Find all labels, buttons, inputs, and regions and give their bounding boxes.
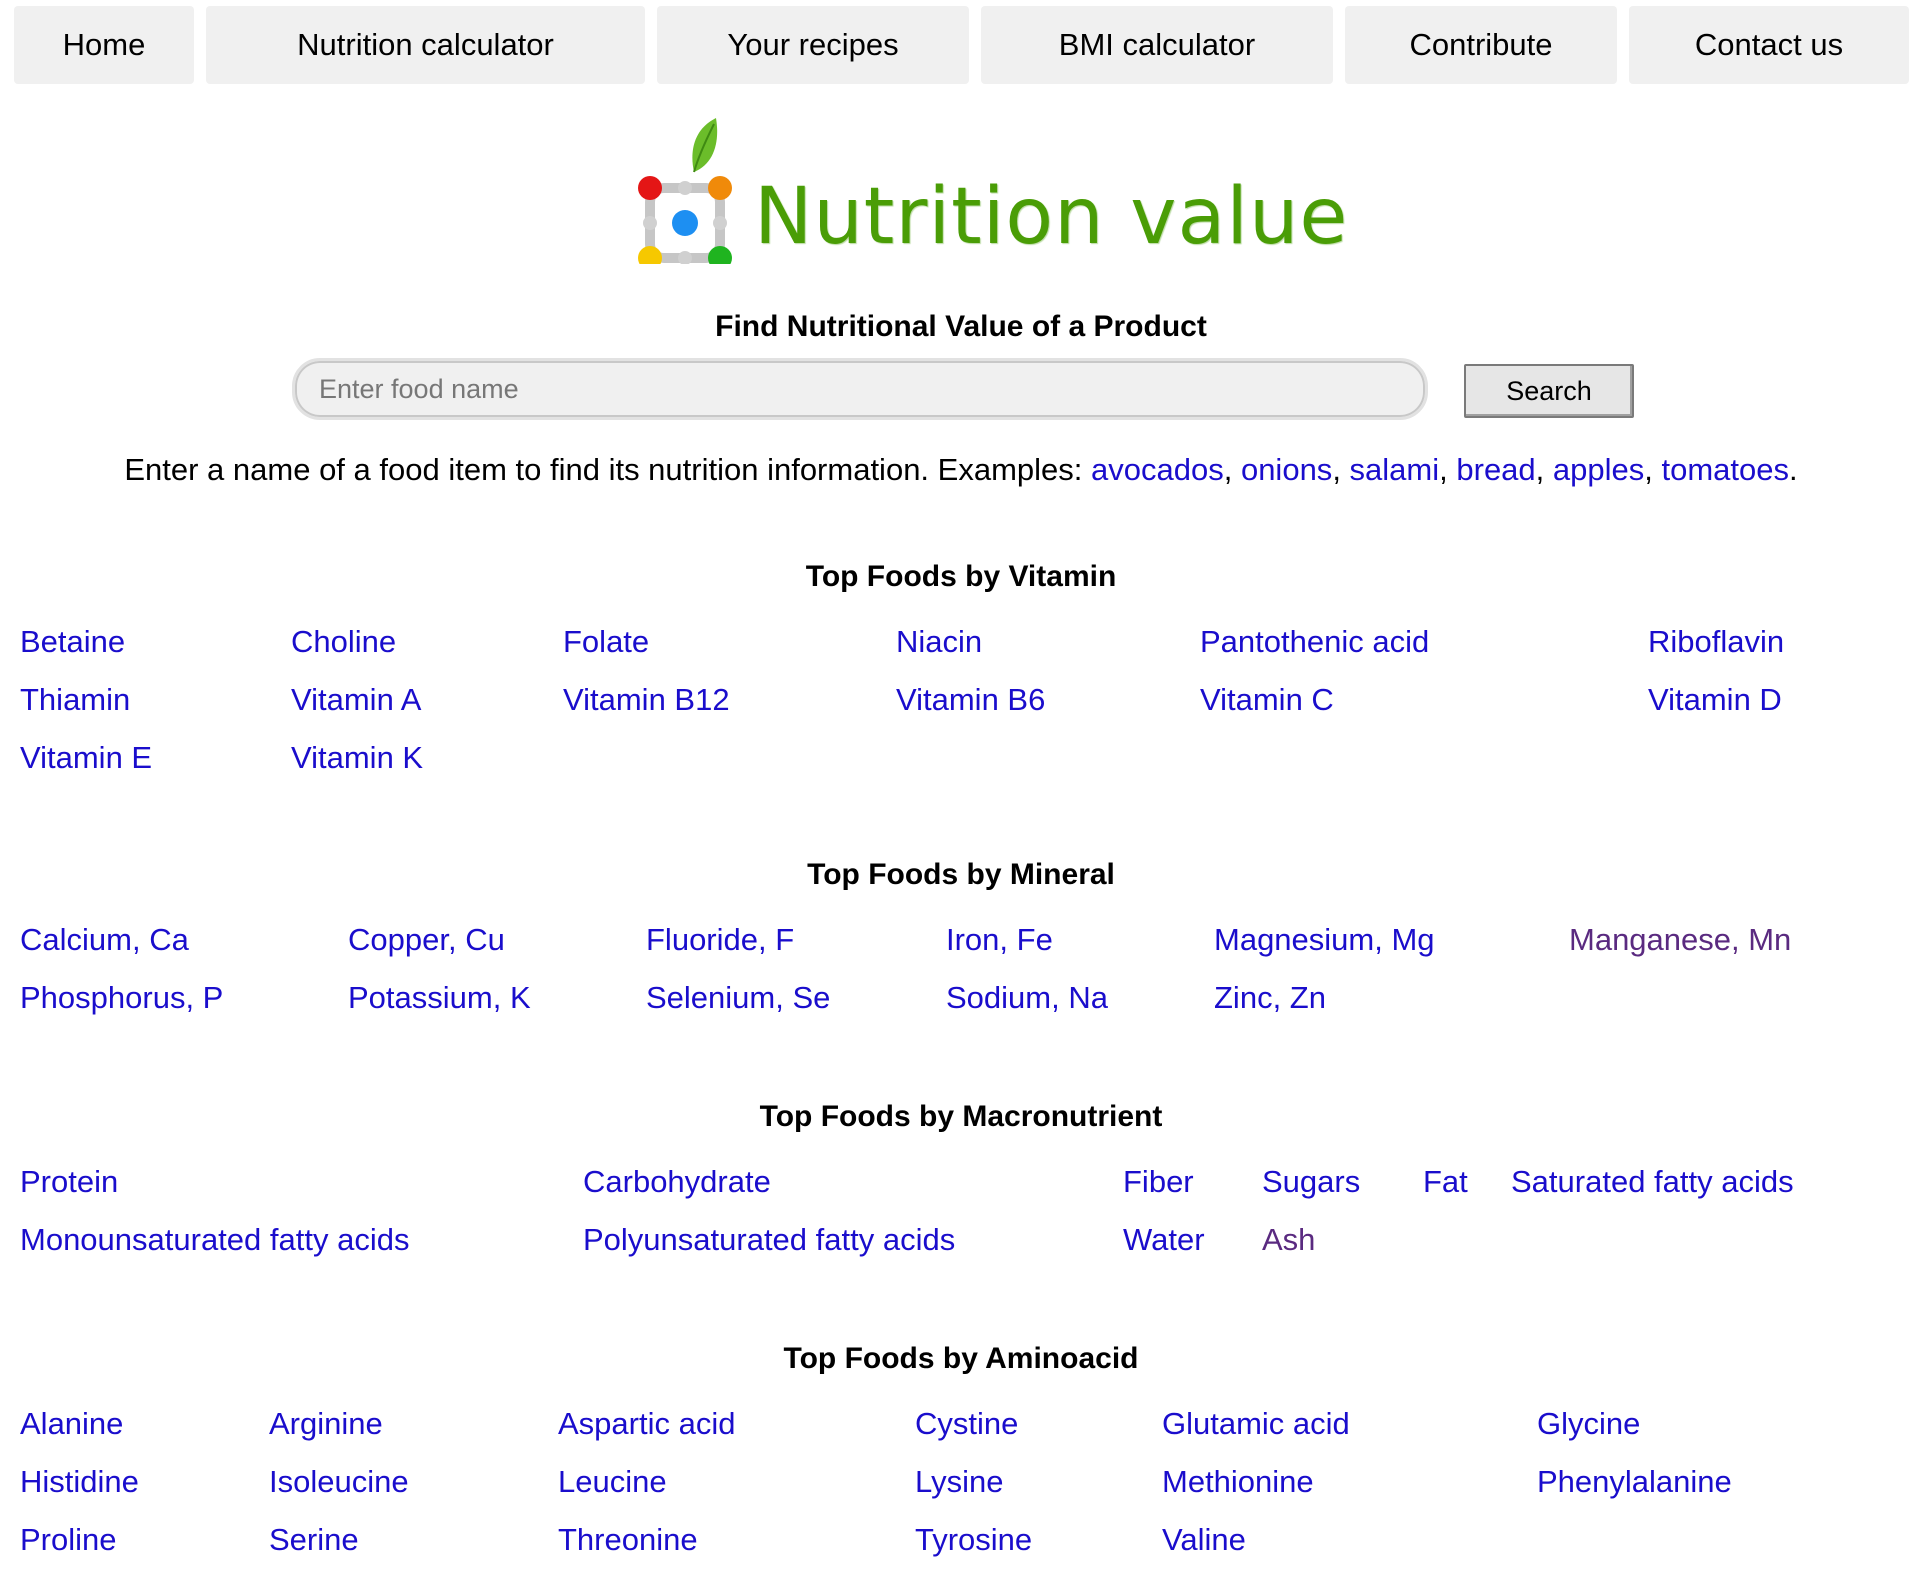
macronutrient-link[interactable]: Fiber <box>1123 1164 1194 1200</box>
aminoacid-link[interactable]: Histidine <box>20 1464 139 1500</box>
aminoacid-link[interactable]: Aspartic acid <box>558 1406 735 1442</box>
example-link-onions[interactable]: onions <box>1241 452 1332 487</box>
vitamin-section-title: Top Foods by Vitamin <box>805 560 1117 593</box>
macronutrient-link[interactable]: Polyunsaturated fatty acids <box>583 1222 955 1258</box>
nav-contribute[interactable]: Contribute <box>1345 6 1617 84</box>
vitamin-link[interactable]: Vitamin B12 <box>563 682 730 718</box>
vitamin-link[interactable]: Vitamin E <box>20 740 152 776</box>
search-button[interactable]: Search <box>1464 364 1634 418</box>
mineral-link[interactable]: Copper, Cu <box>348 922 505 958</box>
mineral-link[interactable]: Iron, Fe <box>946 922 1053 958</box>
mineral-link[interactable]: Fluoride, F <box>646 922 794 958</box>
logo-icon <box>638 118 732 264</box>
mineral-link[interactable]: Potassium, K <box>348 980 531 1016</box>
example-link-bread[interactable]: bread <box>1456 452 1535 487</box>
vitamin-link[interactable]: Vitamin D <box>1648 682 1782 718</box>
aminoacid-link[interactable]: Glutamic acid <box>1162 1406 1350 1442</box>
aminoacid-link[interactable]: Tyrosine <box>915 1522 1032 1558</box>
vitamin-link[interactable]: Folate <box>563 624 649 660</box>
nav-bmi-calculator[interactable]: BMI calculator <box>981 6 1333 84</box>
nav-nutrition-calculator[interactable]: Nutrition calculator <box>206 6 645 84</box>
example-link-avocados[interactable]: avocados <box>1091 452 1224 487</box>
vitamin-link[interactable]: Choline <box>291 624 396 660</box>
vitamin-link[interactable]: Niacin <box>896 624 982 660</box>
macronutrient-link[interactable]: Protein <box>20 1164 118 1200</box>
aminoacid-link[interactable]: Cystine <box>915 1406 1018 1442</box>
aminoacid-link[interactable]: Phenylalanine <box>1537 1464 1732 1500</box>
vitamin-link[interactable]: Vitamin A <box>291 682 421 718</box>
vitamin-link[interactable]: Riboflavin <box>1648 624 1784 660</box>
macronutrient-link[interactable]: Saturated fatty acids <box>1511 1164 1794 1200</box>
search-heading: Find Nutritional Value of a Product <box>715 310 1207 343</box>
aminoacid-link[interactable]: Alanine <box>20 1406 123 1442</box>
top-navigation: Home Nutrition calculator Your recipes B… <box>0 6 1922 84</box>
macronutrient-link[interactable]: Fat <box>1423 1164 1468 1200</box>
mineral-link[interactable]: Zinc, Zn <box>1214 980 1326 1016</box>
aminoacid-link[interactable]: Proline <box>20 1522 117 1558</box>
aminoacid-link[interactable]: Threonine <box>558 1522 698 1558</box>
mineral-link[interactable]: Magnesium, Mg <box>1214 922 1435 958</box>
aminoacid-section-title: Top Foods by Aminoacid <box>783 1342 1139 1375</box>
example-link-salami[interactable]: salami <box>1350 452 1440 487</box>
aminoacid-link[interactable]: Lysine <box>915 1464 1003 1500</box>
nav-home[interactable]: Home <box>14 6 194 84</box>
macronutrient-link[interactable]: Monounsaturated fatty acids <box>20 1222 409 1258</box>
vitamin-link[interactable]: Thiamin <box>20 682 130 718</box>
mineral-link[interactable]: Manganese, Mn <box>1569 922 1791 958</box>
logo-text: Nutrition value <box>754 172 1349 262</box>
vitamin-link[interactable]: Vitamin K <box>291 740 423 776</box>
nav-contact-us[interactable]: Contact us <box>1629 6 1909 84</box>
aminoacid-link[interactable]: Isoleucine <box>269 1464 409 1500</box>
vitamin-link[interactable]: Vitamin C <box>1200 682 1334 718</box>
aminoacid-link[interactable]: Arginine <box>269 1406 383 1442</box>
examples-intro: Enter a name of a food item to find its … <box>124 452 1091 487</box>
aminoacid-link[interactable]: Glycine <box>1537 1406 1640 1442</box>
aminoacid-link[interactable]: Serine <box>269 1522 359 1558</box>
macronutrient-link[interactable]: Water <box>1123 1222 1205 1258</box>
aminoacid-link[interactable]: Leucine <box>558 1464 667 1500</box>
mineral-link[interactable]: Sodium, Na <box>946 980 1108 1016</box>
site-logo[interactable]: Nutrition value <box>632 114 1347 264</box>
vitamin-link[interactable]: Vitamin B6 <box>896 682 1045 718</box>
vitamin-link[interactable]: Betaine <box>20 624 125 660</box>
mineral-link[interactable]: Calcium, Ca <box>20 922 189 958</box>
mineral-link[interactable]: Selenium, Se <box>646 980 830 1016</box>
example-link-apples[interactable]: apples <box>1553 452 1644 487</box>
mineral-section-title: Top Foods by Mineral <box>807 858 1115 891</box>
search-input[interactable] <box>292 358 1428 420</box>
example-link-tomatoes[interactable]: tomatoes <box>1662 452 1790 487</box>
vitamin-link[interactable]: Pantothenic acid <box>1200 624 1429 660</box>
macronutrient-section-title: Top Foods by Macronutrient <box>759 1100 1163 1133</box>
aminoacid-link[interactable]: Methionine <box>1162 1464 1314 1500</box>
search-examples: Enter a name of a food item to find its … <box>124 452 1798 487</box>
aminoacid-link[interactable]: Valine <box>1162 1522 1246 1558</box>
macronutrient-link[interactable]: Sugars <box>1262 1164 1360 1200</box>
macronutrient-link[interactable]: Ash <box>1262 1222 1315 1258</box>
macronutrient-link[interactable]: Carbohydrate <box>583 1164 771 1200</box>
nav-your-recipes[interactable]: Your recipes <box>657 6 969 84</box>
mineral-link[interactable]: Phosphorus, P <box>20 980 223 1016</box>
